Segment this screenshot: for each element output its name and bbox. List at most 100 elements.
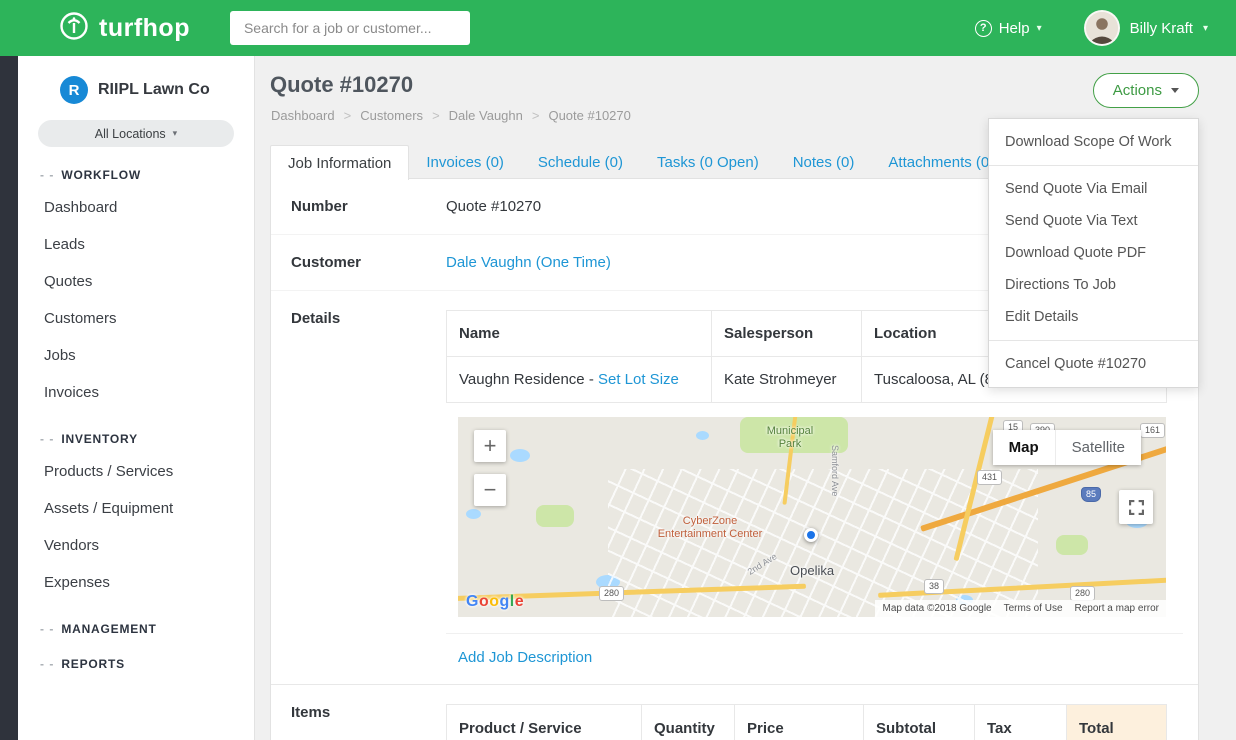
details-col-salesperson: Salesperson — [712, 311, 862, 357]
map-label-municipal-park: Municipal Park — [758, 425, 822, 451]
route-shield: 38 — [924, 579, 944, 594]
sidebar-nav: WORKFLOW Dashboard Leads Quotes Customer… — [18, 168, 254, 671]
breadcrumb-dashboard[interactable]: Dashboard — [271, 108, 335, 123]
breadcrumb-separator: > — [432, 108, 440, 123]
menu-item-cancel-quote[interactable]: Cancel Quote #10270 — [989, 348, 1198, 380]
caret-down-icon — [1171, 88, 1179, 93]
menu-item-directions-to-job[interactable]: Directions To Job — [989, 269, 1198, 301]
terms-of-use-link[interactable]: Terms of Use — [1004, 603, 1063, 614]
sidebar-item-leads[interactable]: Leads — [40, 226, 254, 263]
user-name: Billy Kraft — [1130, 20, 1193, 37]
company-header[interactable]: R RIIPL Lawn Co — [18, 76, 254, 104]
add-job-description-area: Add Job Description — [446, 633, 1183, 684]
topbar-right: ? Help ▾ Billy Kraft ▾ — [975, 10, 1208, 46]
top-navbar: turfhop ? Help ▾ Billy Kraft ▾ — [0, 0, 1236, 56]
section-management[interactable]: MANAGEMENT — [40, 622, 254, 636]
interstate-shield: 85 — [1081, 487, 1101, 502]
map-park-area — [1056, 535, 1088, 555]
tab-job-information[interactable]: Job Information — [270, 145, 409, 180]
menu-item-edit-details[interactable]: Edit Details — [989, 301, 1198, 333]
map-type-satellite-button[interactable]: Satellite — [1055, 430, 1141, 465]
tab-tasks[interactable]: Tasks (0 Open) — [640, 145, 776, 179]
chevron-down-icon: ▾ — [1037, 23, 1042, 34]
left-dark-rail — [0, 56, 18, 740]
map-type-switcher: Map Satellite — [993, 430, 1141, 465]
map-data-credit: Map data ©2018 Google — [882, 603, 991, 614]
tab-schedule[interactable]: Schedule (0) — [521, 145, 640, 179]
add-job-description-link[interactable]: Add Job Description — [458, 649, 592, 666]
menu-item-send-quote-via-email[interactable]: Send Quote Via Email — [989, 173, 1198, 205]
customer-name-link[interactable]: Dale Vaughn — [446, 254, 532, 271]
breadcrumb-customers[interactable]: Customers — [360, 108, 423, 123]
company-name: RIIPL Lawn Co — [98, 81, 210, 99]
sidebar-item-products-services[interactable]: Products / Services — [40, 453, 254, 490]
menu-item-download-scope-of-work[interactable]: Download Scope Of Work — [989, 126, 1198, 158]
map-water — [466, 509, 481, 519]
set-lot-size-link[interactable]: Set Lot Size — [598, 371, 679, 388]
map-location-marker[interactable] — [804, 528, 818, 542]
route-shield: 161 — [1140, 423, 1165, 438]
location-selector[interactable]: All Locations ▾ — [38, 120, 234, 147]
map-water — [696, 431, 709, 440]
user-menu[interactable]: Billy Kraft ▾ — [1084, 10, 1208, 46]
sidebar-item-expenses[interactable]: Expenses — [40, 564, 254, 601]
route-shield: 280 — [1070, 586, 1095, 601]
property-name: Vaughn Residence - — [459, 371, 594, 388]
breadcrumb-dale-vaughn[interactable]: Dale Vaughn — [449, 108, 523, 123]
number-label: Number — [291, 198, 446, 215]
items-label: Items — [291, 704, 446, 721]
sidebar-item-vendors[interactable]: Vendors — [40, 527, 254, 564]
tab-invoices[interactable]: Invoices (0) — [409, 145, 521, 179]
zoom-in-button[interactable]: + — [474, 430, 506, 462]
actions-button[interactable]: Actions — [1093, 73, 1199, 108]
report-map-error-link[interactable]: Report a map error — [1075, 603, 1159, 614]
sidebar: R RIIPL Lawn Co All Locations ▾ WORKFLOW… — [18, 56, 255, 740]
actions-dropdown-menu: Download Scope Of Work Send Quote Via Em… — [988, 118, 1199, 388]
avatar — [1084, 10, 1120, 46]
chevron-down-icon: ▾ — [1203, 23, 1208, 34]
items-col-quantity: Quantity — [642, 705, 735, 740]
sidebar-item-jobs[interactable]: Jobs — [40, 337, 254, 374]
route-shield: 431 — [977, 470, 1002, 485]
sidebar-item-quotes[interactable]: Quotes — [40, 263, 254, 300]
brand-logo[interactable]: turfhop — [58, 10, 190, 47]
sidebar-item-assets-equipment[interactable]: Assets / Equipment — [40, 490, 254, 527]
search-input[interactable] — [230, 11, 470, 45]
tab-bar: Job Information Invoices (0) Schedule (0… — [270, 145, 1011, 179]
details-col-name: Name — [447, 311, 712, 357]
help-icon: ? — [975, 20, 992, 37]
breadcrumb-current-quote: Quote #10270 — [548, 108, 630, 123]
number-value: Quote #10270 — [446, 198, 541, 215]
items-col-product-service: Product / Service — [447, 705, 642, 740]
map-type-map-button[interactable]: Map — [993, 430, 1055, 465]
breadcrumb-separator: > — [532, 108, 540, 123]
customer-type-link[interactable]: (One Time) — [536, 254, 611, 271]
items-col-tax: Tax — [975, 705, 1067, 740]
google-logo[interactable]: Google — [466, 593, 524, 611]
sidebar-item-customers[interactable]: Customers — [40, 300, 254, 337]
sidebar-item-invoices[interactable]: Invoices — [40, 374, 254, 411]
breadcrumb-separator: > — [344, 108, 352, 123]
salesperson-value: Kate Strohmeyer — [712, 357, 862, 403]
route-shield: 280 — [599, 586, 624, 601]
section-inventory: INVENTORY — [40, 432, 254, 446]
menu-divider — [989, 340, 1198, 341]
fullscreen-button[interactable] — [1119, 490, 1153, 524]
tab-notes[interactable]: Notes (0) — [776, 145, 872, 179]
map[interactable]: 15 390 161 431 85 38 280 280 Municipal P… — [458, 417, 1166, 617]
zoom-out-button[interactable]: − — [474, 474, 506, 506]
help-menu[interactable]: ? Help ▾ — [975, 20, 1042, 37]
section-workflow: WORKFLOW — [40, 168, 254, 182]
menu-item-send-quote-via-text[interactable]: Send Quote Via Text — [989, 205, 1198, 237]
details-label: Details — [291, 310, 446, 327]
section-reports[interactable]: REPORTS — [40, 657, 254, 671]
map-park-area — [536, 505, 574, 527]
chevron-down-icon: ▾ — [173, 128, 178, 139]
turfhop-sprinkler-icon — [58, 10, 90, 47]
customer-label: Customer — [291, 254, 446, 271]
sidebar-item-dashboard[interactable]: Dashboard — [40, 189, 254, 226]
items-col-total: Total — [1067, 705, 1167, 740]
menu-item-download-quote-pdf[interactable]: Download Quote PDF — [989, 237, 1198, 269]
company-logo: R — [60, 76, 88, 104]
location-selector-label: All Locations — [95, 127, 166, 141]
